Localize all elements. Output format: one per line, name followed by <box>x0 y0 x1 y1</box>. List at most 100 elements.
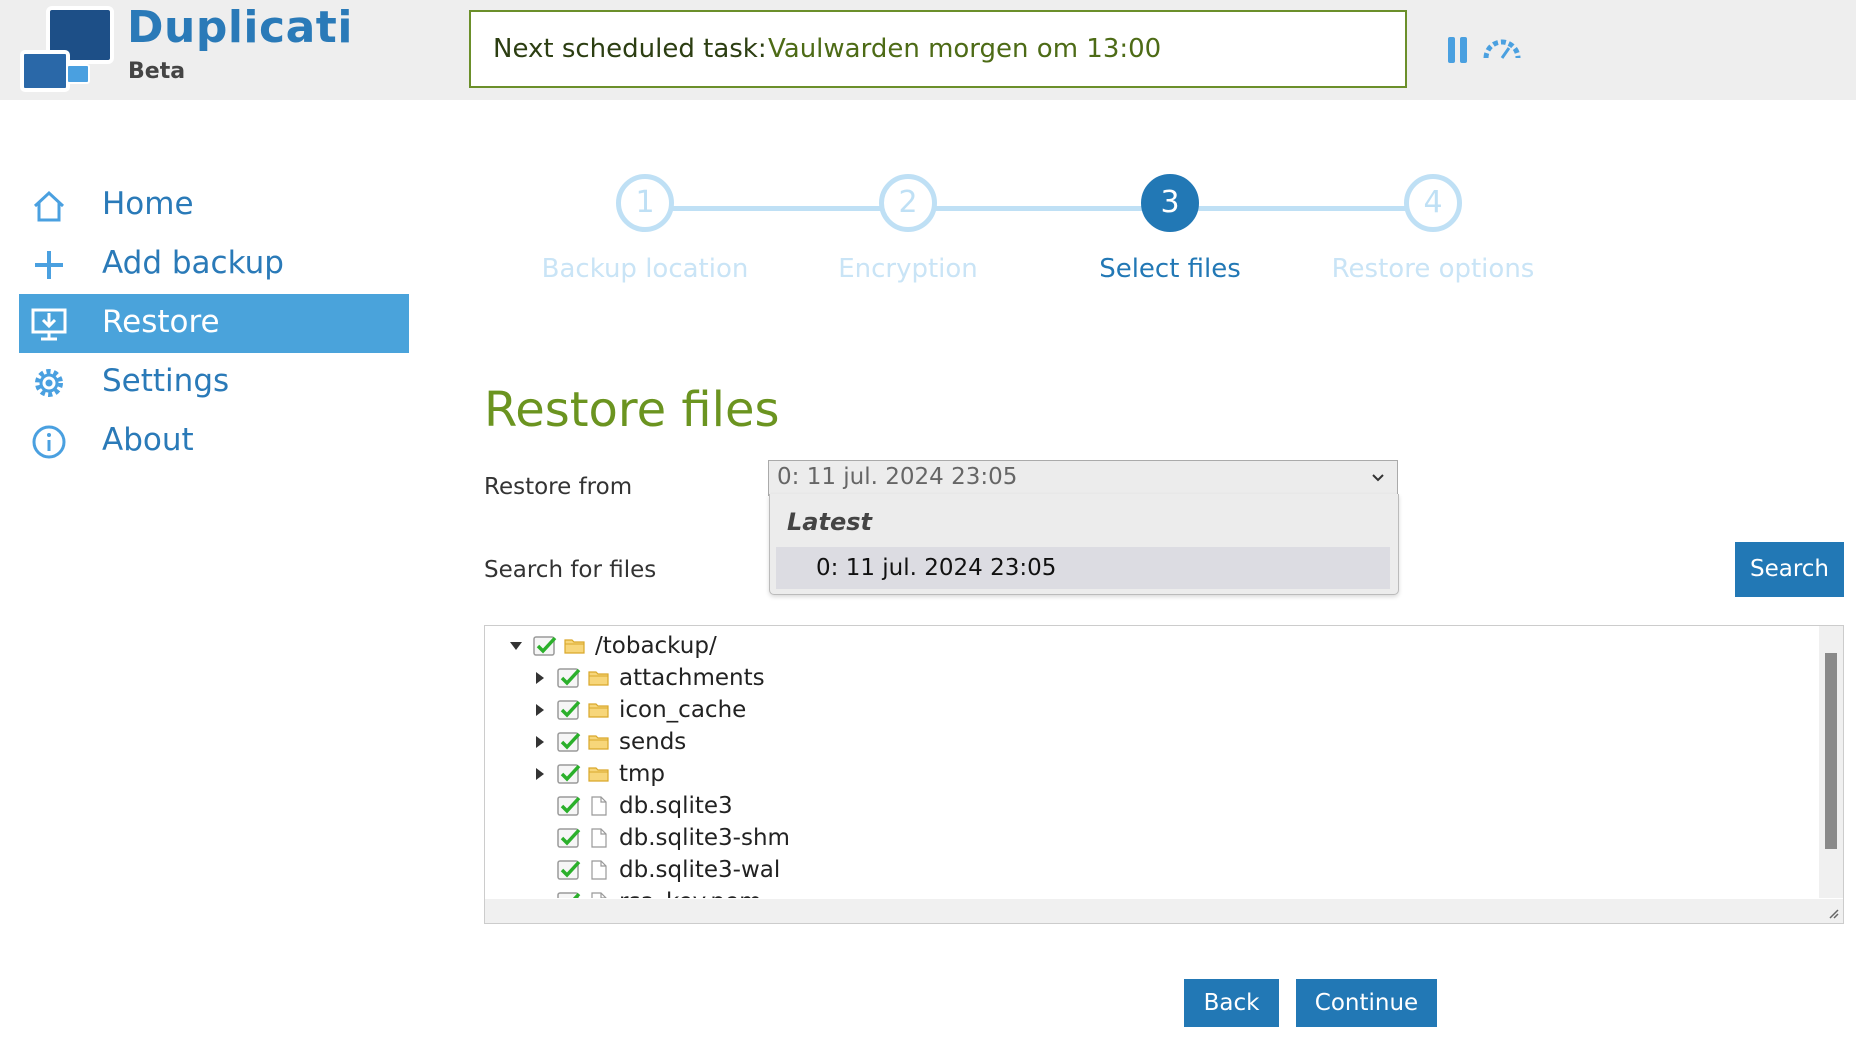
tree-item-label: tmp <box>619 761 666 787</box>
tree-spacer <box>531 893 549 898</box>
step-restore-options[interactable]: 4 Restore options <box>1313 168 1553 284</box>
page-title: Restore files <box>484 382 780 438</box>
tree-row[interactable]: db.sqlite3-wal <box>531 854 780 886</box>
info-icon <box>32 425 66 459</box>
caret-right-icon[interactable] <box>531 701 549 719</box>
duplicati-logo <box>20 6 116 92</box>
step-number: 4 <box>1404 174 1462 232</box>
checkbox-checked-icon[interactable] <box>557 699 581 721</box>
checkbox-checked-icon[interactable] <box>557 827 581 849</box>
step-label: Encryption <box>838 254 978 284</box>
sidebar-item-label: About <box>102 422 194 458</box>
step-label: Restore options <box>1331 254 1535 284</box>
sidebar-item-label: Add backup <box>102 245 284 281</box>
step-label: Select files <box>1099 254 1241 284</box>
plus-icon <box>35 251 63 279</box>
tree-spacer <box>531 797 549 815</box>
step-label: Backup location <box>541 254 749 284</box>
step-select-files[interactable]: 3 Select files <box>1050 168 1290 284</box>
tree-row[interactable]: db.sqlite3-shm <box>531 822 790 854</box>
caret-down-icon[interactable] <box>507 637 525 655</box>
next-task-label: Next scheduled task: <box>493 34 767 64</box>
checkbox-checked-icon[interactable] <box>557 667 581 689</box>
file-tree-list: /tobackup/attachments icon_cachesends tmp d… <box>485 626 1815 898</box>
chevron-down-icon <box>1372 474 1384 482</box>
app-title: Duplicati <box>127 2 353 53</box>
restore-from-label: Restore from <box>484 474 633 500</box>
continue-button[interactable]: Continue <box>1296 979 1437 1027</box>
folder-icon <box>564 639 585 654</box>
file-icon <box>591 828 607 848</box>
tree-item-label: db.sqlite3-wal <box>619 857 781 883</box>
step-backup-location[interactable]: 1 Backup location <box>525 168 765 284</box>
checkbox-checked-icon[interactable] <box>557 859 581 881</box>
file-icon <box>591 892 607 898</box>
checkbox-checked-icon[interactable] <box>557 763 581 785</box>
file-icon <box>591 860 607 880</box>
folder-icon <box>588 703 609 718</box>
caret-right-icon[interactable] <box>531 765 549 783</box>
checkbox-checked-icon[interactable] <box>533 635 557 657</box>
scrollbar-thumb[interactable] <box>1825 653 1837 849</box>
tree-item-label: rsa_key.pem <box>619 889 761 898</box>
file-icon <box>591 796 607 816</box>
caret-right-icon[interactable] <box>531 669 549 687</box>
pause-icon[interactable] <box>1448 37 1468 63</box>
tree-item-label: /tobackup/ <box>595 633 717 659</box>
search-files-label: Search for files <box>484 557 657 583</box>
sidebar-item-restore[interactable]: Restore <box>19 294 409 353</box>
restore-icon <box>31 308 67 341</box>
sidebar-nav: Home Add backup Restore Settings About <box>19 176 409 471</box>
sidebar-item-add-backup[interactable]: Add backup <box>19 235 409 294</box>
step-number: 3 <box>1141 174 1199 232</box>
step-encryption[interactable]: 2 Encryption <box>788 168 1028 284</box>
tree-row[interactable]: tmp <box>531 758 665 790</box>
checkbox-checked-icon[interactable] <box>557 795 581 817</box>
tree-row[interactable]: icon_cache <box>531 694 746 726</box>
tree-spacer <box>531 829 549 847</box>
tree-item-label: db.sqlite3 <box>619 793 733 819</box>
home-icon <box>33 190 65 222</box>
next-task-value: Vaulwarden morgen om 13:00 <box>768 34 1162 64</box>
resize-handle-icon[interactable] <box>1827 907 1839 919</box>
tree-item-label: attachments <box>619 665 765 691</box>
restore-from-value: 0: 11 jul. 2024 23:05 <box>777 464 1018 490</box>
throttle-icon[interactable] <box>1482 36 1522 62</box>
tree-row[interactable]: attachments <box>531 662 765 694</box>
step-number: 1 <box>616 174 674 232</box>
tree-row[interactable]: db.sqlite3 <box>531 790 733 822</box>
search-button[interactable]: Search <box>1735 542 1844 597</box>
tree-item-label: icon_cache <box>619 697 747 723</box>
tree-spacer <box>531 861 549 879</box>
checkbox-checked-icon[interactable] <box>557 891 581 898</box>
tree-row[interactable]: /tobackup/ <box>507 630 717 662</box>
wizard-stepper: 1 Backup location 2 Encryption 3 Select … <box>500 168 1600 298</box>
sidebar-item-home[interactable]: Home <box>19 176 409 235</box>
app-subtitle: Beta <box>128 59 186 84</box>
next-task-banner: Next scheduled task: Vaulwarden morgen o… <box>469 10 1407 88</box>
vertical-scrollbar[interactable] <box>1819 626 1843 898</box>
sidebar-item-label: Settings <box>102 363 230 399</box>
tree-item-label: sends <box>619 729 687 755</box>
folder-icon <box>588 735 609 750</box>
tree-row[interactable]: sends <box>531 726 686 758</box>
caret-right-icon[interactable] <box>531 733 549 751</box>
restore-from-select[interactable]: 0: 11 jul. 2024 23:05 <box>768 460 1398 496</box>
tree-item-label: db.sqlite3-shm <box>619 825 790 851</box>
checkbox-checked-icon[interactable] <box>557 731 581 753</box>
gear-icon <box>35 369 63 397</box>
horizontal-scrollbar[interactable] <box>485 899 1843 923</box>
top-header: Duplicati Beta Next scheduled task: Vaul… <box>0 0 1856 100</box>
dropdown-group-label: Latest <box>787 508 872 536</box>
folder-icon <box>588 767 609 782</box>
sidebar-item-label: Home <box>102 186 194 222</box>
dropdown-option[interactable]: 0: 11 jul. 2024 23:05 <box>776 547 1390 589</box>
sidebar-item-about[interactable]: About <box>19 412 409 471</box>
back-button[interactable]: Back <box>1184 979 1279 1027</box>
restore-from-dropdown: Latest 0: 11 jul. 2024 23:05 <box>769 494 1399 595</box>
sidebar-item-label: Restore <box>102 304 220 340</box>
step-number: 2 <box>879 174 937 232</box>
sidebar-item-settings[interactable]: Settings <box>19 353 409 412</box>
folder-icon <box>588 671 609 686</box>
tree-row[interactable]: rsa_key.pem <box>531 886 761 898</box>
